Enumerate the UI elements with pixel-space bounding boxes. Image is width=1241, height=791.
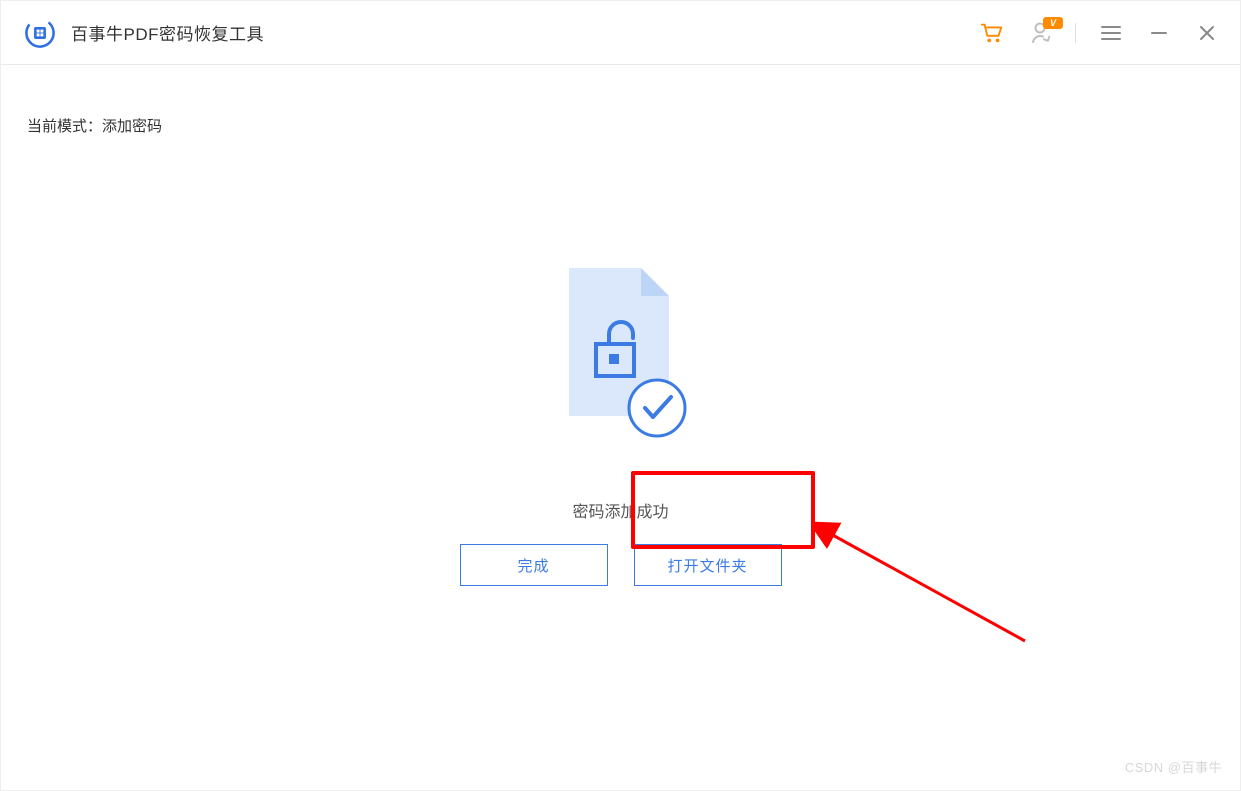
result-block: 密码添加成功 完成 打开文件夹 bbox=[1, 260, 1240, 586]
open-folder-button[interactable]: 打开文件夹 bbox=[634, 544, 782, 586]
title-right: V bbox=[979, 20, 1220, 46]
mode-label: 当前模式： bbox=[27, 118, 102, 135]
separator bbox=[1075, 23, 1076, 43]
app-logo-icon bbox=[23, 16, 57, 50]
app-title: 百事牛PDF密码恢复工具 bbox=[71, 20, 264, 45]
document-lock-success-icon bbox=[551, 260, 691, 450]
user-vip-icon[interactable]: V bbox=[1027, 20, 1053, 46]
mode-value: 添加密码 bbox=[102, 118, 162, 135]
content-area: 当前模式：添加密码 密码添加成功 bbox=[1, 65, 1240, 790]
minimize-icon[interactable] bbox=[1146, 20, 1172, 46]
status-text: 密码添加成功 bbox=[572, 498, 668, 522]
title-left: 百事牛PDF密码恢复工具 bbox=[23, 16, 264, 50]
svg-text:V: V bbox=[1050, 18, 1057, 28]
mode-line: 当前模式：添加密码 bbox=[27, 115, 1214, 136]
menu-icon[interactable] bbox=[1098, 20, 1124, 46]
close-icon[interactable] bbox=[1194, 20, 1220, 46]
done-button[interactable]: 完成 bbox=[460, 544, 608, 586]
app-window: 百事牛PDF密码恢复工具 V bbox=[0, 0, 1241, 791]
button-row: 完成 打开文件夹 bbox=[460, 544, 782, 586]
cart-icon[interactable] bbox=[979, 20, 1005, 46]
watermark: CSDN @百事牛 bbox=[1125, 757, 1222, 776]
titlebar: 百事牛PDF密码恢复工具 V bbox=[1, 1, 1240, 65]
